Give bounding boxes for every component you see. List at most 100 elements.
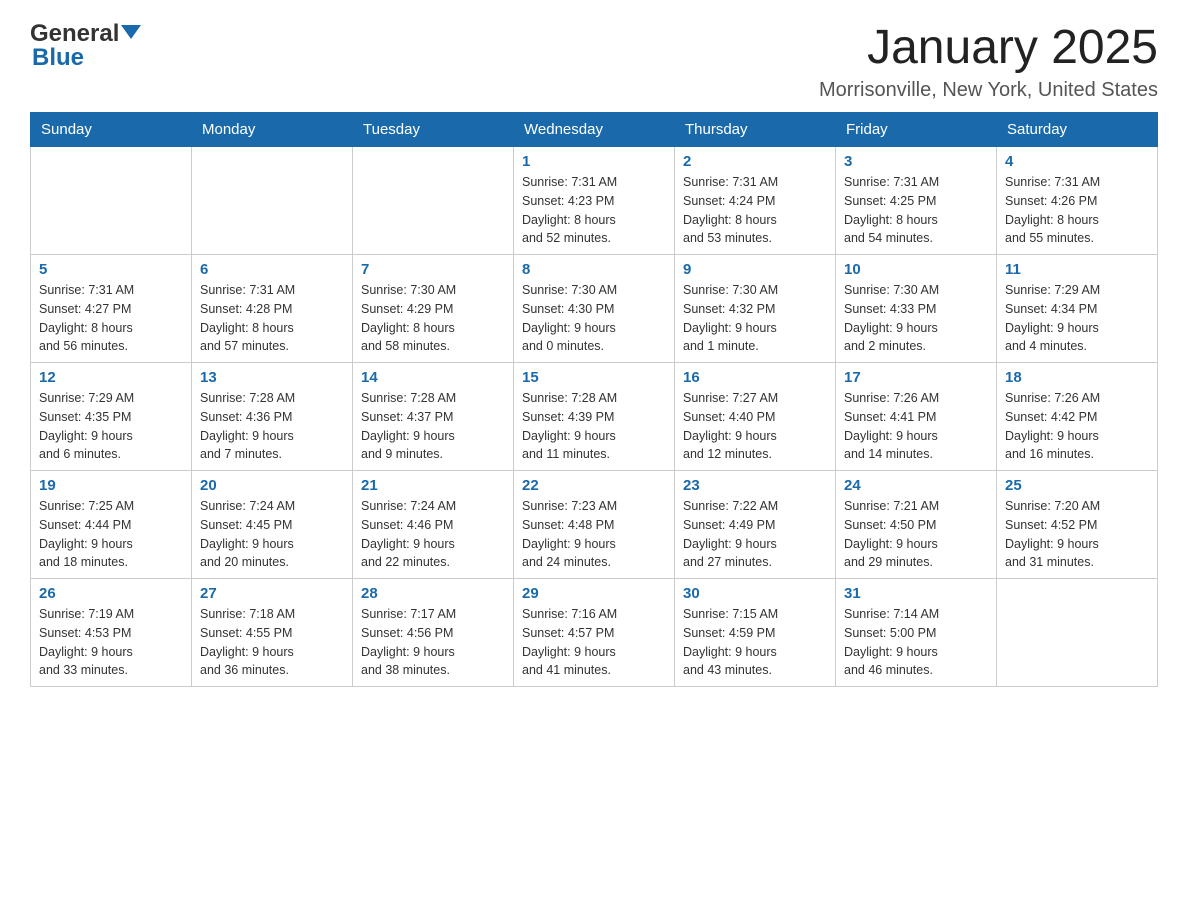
calendar-cell: 24 Sunrise: 7:21 AM Sunset: 4:50 PM Dayli… bbox=[836, 471, 997, 579]
day-info: Sunrise: 7:30 AM Sunset: 4:29 PM Dayligh… bbox=[361, 281, 505, 356]
calendar-cell: 9 Sunrise: 7:30 AM Sunset: 4:32 PM Daylig… bbox=[675, 255, 836, 363]
day-number: 24 bbox=[844, 477, 988, 494]
day-number: 27 bbox=[200, 585, 344, 602]
day-number: 7 bbox=[361, 261, 505, 278]
calendar-cell: 17 Sunrise: 7:26 AM Sunset: 4:41 PM Dayli… bbox=[836, 363, 997, 471]
day-info: Sunrise: 7:23 AM Sunset: 4:48 PM Dayligh… bbox=[522, 497, 666, 572]
calendar-cell: 7 Sunrise: 7:30 AM Sunset: 4:29 PM Daylig… bbox=[353, 255, 514, 363]
day-number: 9 bbox=[683, 261, 827, 278]
title-block: January 2025 Morrisonville, New York, Un… bbox=[819, 20, 1158, 102]
day-number: 17 bbox=[844, 369, 988, 386]
calendar-header-row: SundayMondayTuesdayWednesdayThursdayFrid… bbox=[31, 113, 1158, 147]
calendar-cell bbox=[31, 147, 192, 255]
day-info: Sunrise: 7:31 AM Sunset: 4:26 PM Dayligh… bbox=[1005, 173, 1149, 248]
day-number: 29 bbox=[522, 585, 666, 602]
day-number: 8 bbox=[522, 261, 666, 278]
calendar-cell: 5 Sunrise: 7:31 AM Sunset: 4:27 PM Daylig… bbox=[31, 255, 192, 363]
calendar-cell: 21 Sunrise: 7:24 AM Sunset: 4:46 PM Dayli… bbox=[353, 471, 514, 579]
page-header: General Blue January 2025 Morrisonville,… bbox=[30, 20, 1158, 102]
logo-blue-text: Blue bbox=[30, 44, 84, 72]
day-number: 30 bbox=[683, 585, 827, 602]
calendar-cell bbox=[997, 579, 1158, 687]
calendar-cell: 30 Sunrise: 7:15 AM Sunset: 4:59 PM Dayli… bbox=[675, 579, 836, 687]
calendar-header-thursday: Thursday bbox=[675, 113, 836, 147]
calendar-week-3: 12 Sunrise: 7:29 AM Sunset: 4:35 PM Dayli… bbox=[31, 363, 1158, 471]
day-number: 2 bbox=[683, 153, 827, 170]
calendar-header-saturday: Saturday bbox=[997, 113, 1158, 147]
day-number: 10 bbox=[844, 261, 988, 278]
day-info: Sunrise: 7:26 AM Sunset: 4:41 PM Dayligh… bbox=[844, 389, 988, 464]
calendar-cell: 25Sunrise: 7:20 AM Sunset: 4:52 PM Dayli… bbox=[997, 471, 1158, 579]
calendar-header-tuesday: Tuesday bbox=[353, 113, 514, 147]
calendar-cell: 27Sunrise: 7:18 AM Sunset: 4:55 PM Dayli… bbox=[192, 579, 353, 687]
day-info: Sunrise: 7:31 AM Sunset: 4:25 PM Dayligh… bbox=[844, 173, 988, 248]
logo: General Blue bbox=[30, 20, 141, 72]
calendar-cell: 8 Sunrise: 7:30 AM Sunset: 4:30 PM Daylig… bbox=[514, 255, 675, 363]
location-subtitle: Morrisonville, New York, United States bbox=[819, 79, 1158, 102]
calendar-cell: 18 Sunrise: 7:26 AM Sunset: 4:42 PM Dayli… bbox=[997, 363, 1158, 471]
day-number: 18 bbox=[1005, 369, 1149, 386]
day-number: 19 bbox=[39, 477, 183, 494]
day-info: Sunrise: 7:17 AM Sunset: 4:56 PM Dayligh… bbox=[361, 605, 505, 680]
day-info: Sunrise: 7:28 AM Sunset: 4:37 PM Dayligh… bbox=[361, 389, 505, 464]
day-info: Sunrise: 7:24 AM Sunset: 4:46 PM Dayligh… bbox=[361, 497, 505, 572]
day-number: 23 bbox=[683, 477, 827, 494]
day-info: Sunrise: 7:31 AM Sunset: 4:27 PM Dayligh… bbox=[39, 281, 183, 356]
day-number: 22 bbox=[522, 477, 666, 494]
day-number: 11 bbox=[1005, 261, 1149, 278]
calendar-cell: 2 Sunrise: 7:31 AM Sunset: 4:24 PM Daylig… bbox=[675, 147, 836, 255]
day-number: 20 bbox=[200, 477, 344, 494]
day-info: Sunrise: 7:30 AM Sunset: 4:32 PM Dayligh… bbox=[683, 281, 827, 356]
day-info: Sunrise: 7:28 AM Sunset: 4:36 PM Dayligh… bbox=[200, 389, 344, 464]
logo-arrow-icon bbox=[121, 25, 141, 39]
calendar-cell: 16Sunrise: 7:27 AM Sunset: 4:40 PM Dayli… bbox=[675, 363, 836, 471]
calendar-header-friday: Friday bbox=[836, 113, 997, 147]
calendar-header-sunday: Sunday bbox=[31, 113, 192, 147]
calendar-cell: 14 Sunrise: 7:28 AM Sunset: 4:37 PM Dayli… bbox=[353, 363, 514, 471]
day-info: Sunrise: 7:30 AM Sunset: 4:30 PM Dayligh… bbox=[522, 281, 666, 356]
calendar-cell: 20 Sunrise: 7:24 AM Sunset: 4:45 PM Dayli… bbox=[192, 471, 353, 579]
day-info: Sunrise: 7:20 AM Sunset: 4:52 PM Dayligh… bbox=[1005, 497, 1149, 572]
day-info: Sunrise: 7:25 AM Sunset: 4:44 PM Dayligh… bbox=[39, 497, 183, 572]
day-info: Sunrise: 7:31 AM Sunset: 4:28 PM Dayligh… bbox=[200, 281, 344, 356]
day-number: 4 bbox=[1005, 153, 1149, 170]
calendar-cell: 31 Sunrise: 7:14 AM Sunset: 5:00 PM Dayli… bbox=[836, 579, 997, 687]
calendar-week-2: 5 Sunrise: 7:31 AM Sunset: 4:27 PM Daylig… bbox=[31, 255, 1158, 363]
calendar-cell: 22 Sunrise: 7:23 AM Sunset: 4:48 PM Dayli… bbox=[514, 471, 675, 579]
calendar-cell: 19 Sunrise: 7:25 AM Sunset: 4:44 PM Dayli… bbox=[31, 471, 192, 579]
calendar-cell: 28 Sunrise: 7:17 AM Sunset: 4:56 PM Dayli… bbox=[353, 579, 514, 687]
day-number: 28 bbox=[361, 585, 505, 602]
day-info: Sunrise: 7:22 AM Sunset: 4:49 PM Dayligh… bbox=[683, 497, 827, 572]
calendar-week-4: 19 Sunrise: 7:25 AM Sunset: 4:44 PM Dayli… bbox=[31, 471, 1158, 579]
day-info: Sunrise: 7:31 AM Sunset: 4:23 PM Dayligh… bbox=[522, 173, 666, 248]
day-number: 21 bbox=[361, 477, 505, 494]
day-number: 3 bbox=[844, 153, 988, 170]
day-info: Sunrise: 7:26 AM Sunset: 4:42 PM Dayligh… bbox=[1005, 389, 1149, 464]
calendar-cell: 1Sunrise: 7:31 AM Sunset: 4:23 PM Daylig… bbox=[514, 147, 675, 255]
calendar-cell: 11Sunrise: 7:29 AM Sunset: 4:34 PM Dayli… bbox=[997, 255, 1158, 363]
day-number: 14 bbox=[361, 369, 505, 386]
calendar-header-monday: Monday bbox=[192, 113, 353, 147]
calendar-week-5: 26Sunrise: 7:19 AM Sunset: 4:53 PM Dayli… bbox=[31, 579, 1158, 687]
day-info: Sunrise: 7:29 AM Sunset: 4:35 PM Dayligh… bbox=[39, 389, 183, 464]
day-number: 12 bbox=[39, 369, 183, 386]
day-info: Sunrise: 7:28 AM Sunset: 4:39 PM Dayligh… bbox=[522, 389, 666, 464]
day-info: Sunrise: 7:31 AM Sunset: 4:24 PM Dayligh… bbox=[683, 173, 827, 248]
calendar-cell bbox=[353, 147, 514, 255]
day-info: Sunrise: 7:14 AM Sunset: 5:00 PM Dayligh… bbox=[844, 605, 988, 680]
day-info: Sunrise: 7:30 AM Sunset: 4:33 PM Dayligh… bbox=[844, 281, 988, 356]
day-number: 6 bbox=[200, 261, 344, 278]
day-info: Sunrise: 7:24 AM Sunset: 4:45 PM Dayligh… bbox=[200, 497, 344, 572]
day-number: 16 bbox=[683, 369, 827, 386]
day-info: Sunrise: 7:15 AM Sunset: 4:59 PM Dayligh… bbox=[683, 605, 827, 680]
day-number: 5 bbox=[39, 261, 183, 278]
calendar-cell: 6 Sunrise: 7:31 AM Sunset: 4:28 PM Daylig… bbox=[192, 255, 353, 363]
calendar-cell: 13Sunrise: 7:28 AM Sunset: 4:36 PM Dayli… bbox=[192, 363, 353, 471]
calendar-cell: 4 Sunrise: 7:31 AM Sunset: 4:26 PM Daylig… bbox=[997, 147, 1158, 255]
day-info: Sunrise: 7:16 AM Sunset: 4:57 PM Dayligh… bbox=[522, 605, 666, 680]
day-number: 31 bbox=[844, 585, 988, 602]
calendar-cell: 29 Sunrise: 7:16 AM Sunset: 4:57 PM Dayli… bbox=[514, 579, 675, 687]
day-info: Sunrise: 7:21 AM Sunset: 4:50 PM Dayligh… bbox=[844, 497, 988, 572]
calendar-week-1: 1Sunrise: 7:31 AM Sunset: 4:23 PM Daylig… bbox=[31, 147, 1158, 255]
calendar-cell bbox=[192, 147, 353, 255]
